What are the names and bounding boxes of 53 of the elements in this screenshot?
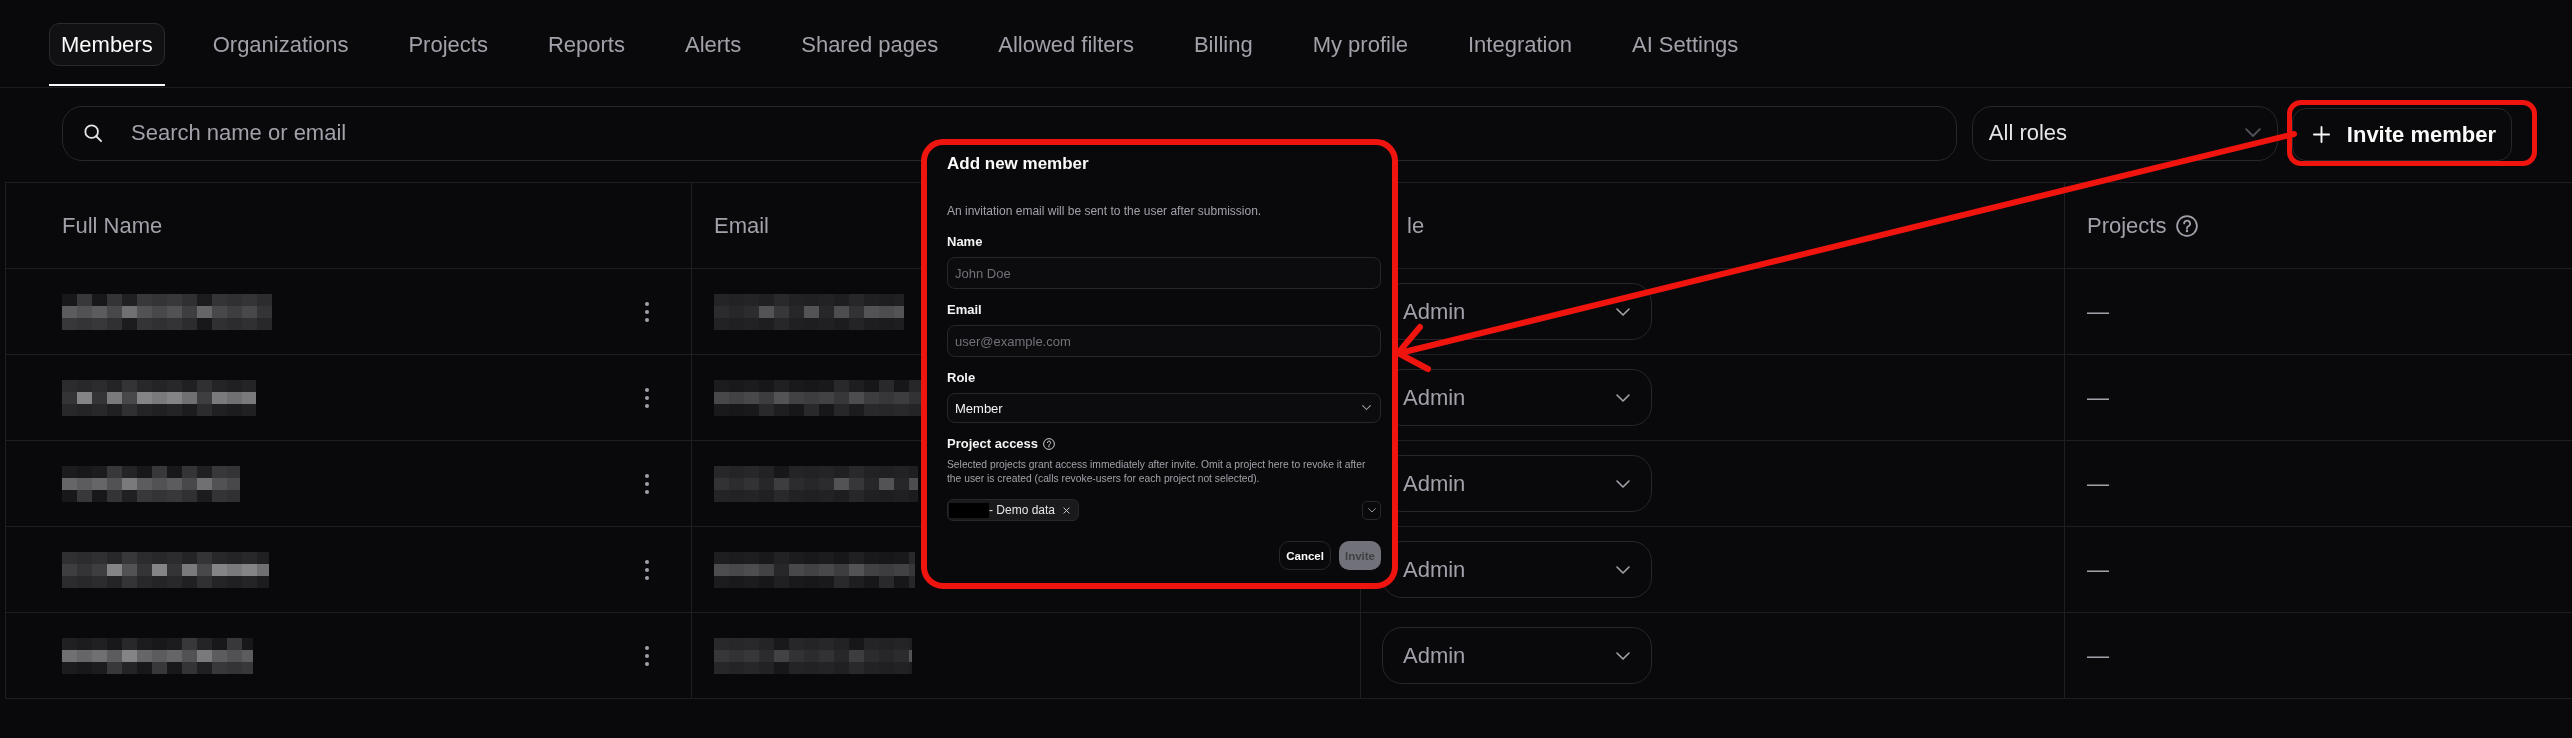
projects-value: — (2087, 556, 2109, 583)
chevron-down-icon (1616, 479, 1630, 488)
tab[interactable]: My profile (1300, 23, 1420, 66)
tab[interactable]: Allowed filters (986, 23, 1146, 66)
invite-member-button[interactable]: Invite member (2291, 108, 2512, 161)
more-options-icon[interactable] (645, 387, 649, 408)
dropdown-toggle-button[interactable] (1362, 500, 1381, 520)
projects-value: — (2087, 384, 2109, 411)
close-icon[interactable] (1063, 506, 1071, 514)
column-header: Projects (2087, 212, 2167, 239)
column-header: le (1407, 212, 1425, 239)
select-field[interactable]: Member (947, 393, 1381, 423)
chevron-down-icon (1362, 405, 1371, 411)
field-label: Email (947, 302, 983, 318)
field-label: Name (947, 234, 984, 250)
column-header: Full Name (62, 212, 163, 239)
dialog-description: An invitation email will be sent to the user after submission. (947, 203, 1263, 219)
role-filter-select[interactable]: All roles (1971, 105, 2278, 161)
role-select[interactable]: Admin (1382, 627, 1652, 684)
chevron-down-icon (1616, 307, 1630, 316)
projects-value: — (2087, 298, 2109, 325)
input-field[interactable]: user@example.com (947, 325, 1381, 357)
input-field[interactable]: John Doe (947, 257, 1381, 289)
tab[interactable]: Billing (1181, 23, 1265, 66)
tab[interactable]: Members (49, 23, 165, 66)
tab[interactable]: Shared pages (789, 23, 951, 66)
more-options-icon[interactable] (645, 473, 649, 494)
more-options-icon[interactable] (645, 301, 649, 322)
chevron-down-icon (1367, 507, 1376, 513)
chevron-down-icon (1616, 651, 1630, 660)
tab[interactable]: AI Settings (1619, 23, 1751, 66)
redacted-block (949, 502, 989, 518)
tab[interactable]: Integration (1456, 23, 1584, 66)
tab[interactable]: Projects (396, 23, 500, 66)
project-chip[interactable]: - Demo data (947, 499, 1080, 521)
field-help-text: Selected projects grant access immediately after invite. Omit a project here to revoke it after the user is created (calls revoke-users for each project not selected). (947, 458, 1367, 486)
field-label: Project access (947, 436, 1039, 452)
more-options-icon[interactable] (645, 645, 649, 666)
tab[interactable]: Reports (535, 23, 637, 66)
column-header: Email (714, 212, 769, 239)
projects-value: — (2087, 642, 2109, 669)
search-icon (84, 123, 102, 142)
plus-icon (2312, 126, 2330, 143)
more-options-icon[interactable] (645, 559, 649, 580)
chevron-down-icon (2244, 128, 2261, 138)
projects-value: — (2087, 470, 2109, 497)
cancel-button[interactable]: Cancel (1279, 541, 1331, 570)
chevron-down-icon (1616, 565, 1630, 574)
field-label: Role (947, 370, 977, 386)
tab[interactable]: Organizations (200, 23, 361, 66)
chip-label: - Demo data (989, 503, 1056, 517)
tab[interactable]: Alerts (672, 23, 754, 66)
chevron-down-icon (1616, 393, 1630, 402)
